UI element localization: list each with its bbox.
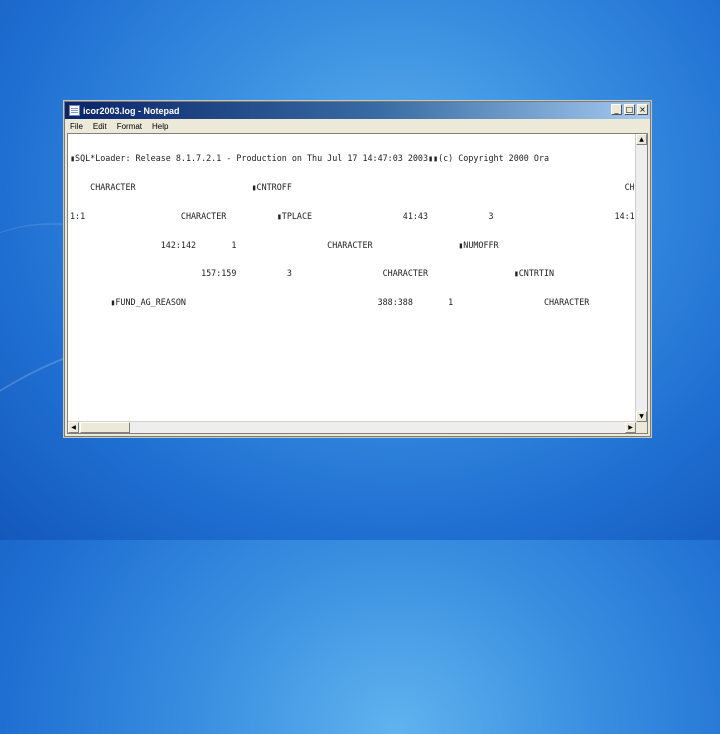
menu-edit[interactable]: Edit <box>88 122 112 131</box>
notepad-icon[interactable] <box>69 105 80 116</box>
horizontal-scrollbar[interactable]: ◀ ▶ <box>68 421 636 433</box>
scroll-right-icon[interactable]: ▶ <box>625 422 636 433</box>
text-line: 157:159 3 CHARACTER ▮CNTRTIN <box>70 268 555 279</box>
menu-format[interactable]: Format <box>112 122 147 131</box>
text-line: 142:142 1 CHARACTER ▮NUMOFFR 141 <box>70 239 634 250</box>
title-bar[interactable]: icor2003.log - Notepad _ □ × <box>65 102 650 119</box>
vertical-scrollbar[interactable]: ▲ ▼ <box>635 134 647 422</box>
menu-help[interactable]: Help <box>147 122 173 131</box>
scroll-down-icon[interactable]: ▼ <box>636 411 647 422</box>
text-line: ▮FUND_AG_REASON 388:388 1 CHARACTER ▮FUN… <box>110 297 590 308</box>
text-content[interactable]: ▮SQL*Loader: Release 8.1.7.2.1 - Product… <box>70 135 634 420</box>
text-line: ▮SQL*Loader: Release 8.1.7.2.1 - Product… <box>70 153 550 164</box>
minimize-button[interactable]: _ <box>611 104 622 115</box>
size-grip[interactable] <box>636 422 647 433</box>
menu-bar: File Edit Format Help <box>65 119 650 133</box>
horizontal-scroll-thumb[interactable] <box>80 422 130 433</box>
window-controls: _ □ × <box>611 104 648 115</box>
menu-file[interactable]: File <box>65 122 88 131</box>
text-editor[interactable]: ▮SQL*Loader: Release 8.1.7.2.1 - Product… <box>67 133 648 434</box>
maximize-button[interactable]: □ <box>624 104 635 115</box>
window-title: icor2003.log - Notepad <box>83 105 180 116</box>
close-button[interactable]: × <box>637 104 648 115</box>
notepad-window[interactable]: icor2003.log - Notepad _ □ × File Edit F… <box>64 101 651 437</box>
text-line: 1:1 CHARACTER ▮TPLACE 41:43 3 14:14 <box>70 210 634 221</box>
scroll-up-icon[interactable]: ▲ <box>636 134 647 145</box>
scroll-left-icon[interactable]: ◀ <box>68 422 79 433</box>
text-line: CHARACTER ▮CNTROFF CHARACTER <box>70 181 634 192</box>
